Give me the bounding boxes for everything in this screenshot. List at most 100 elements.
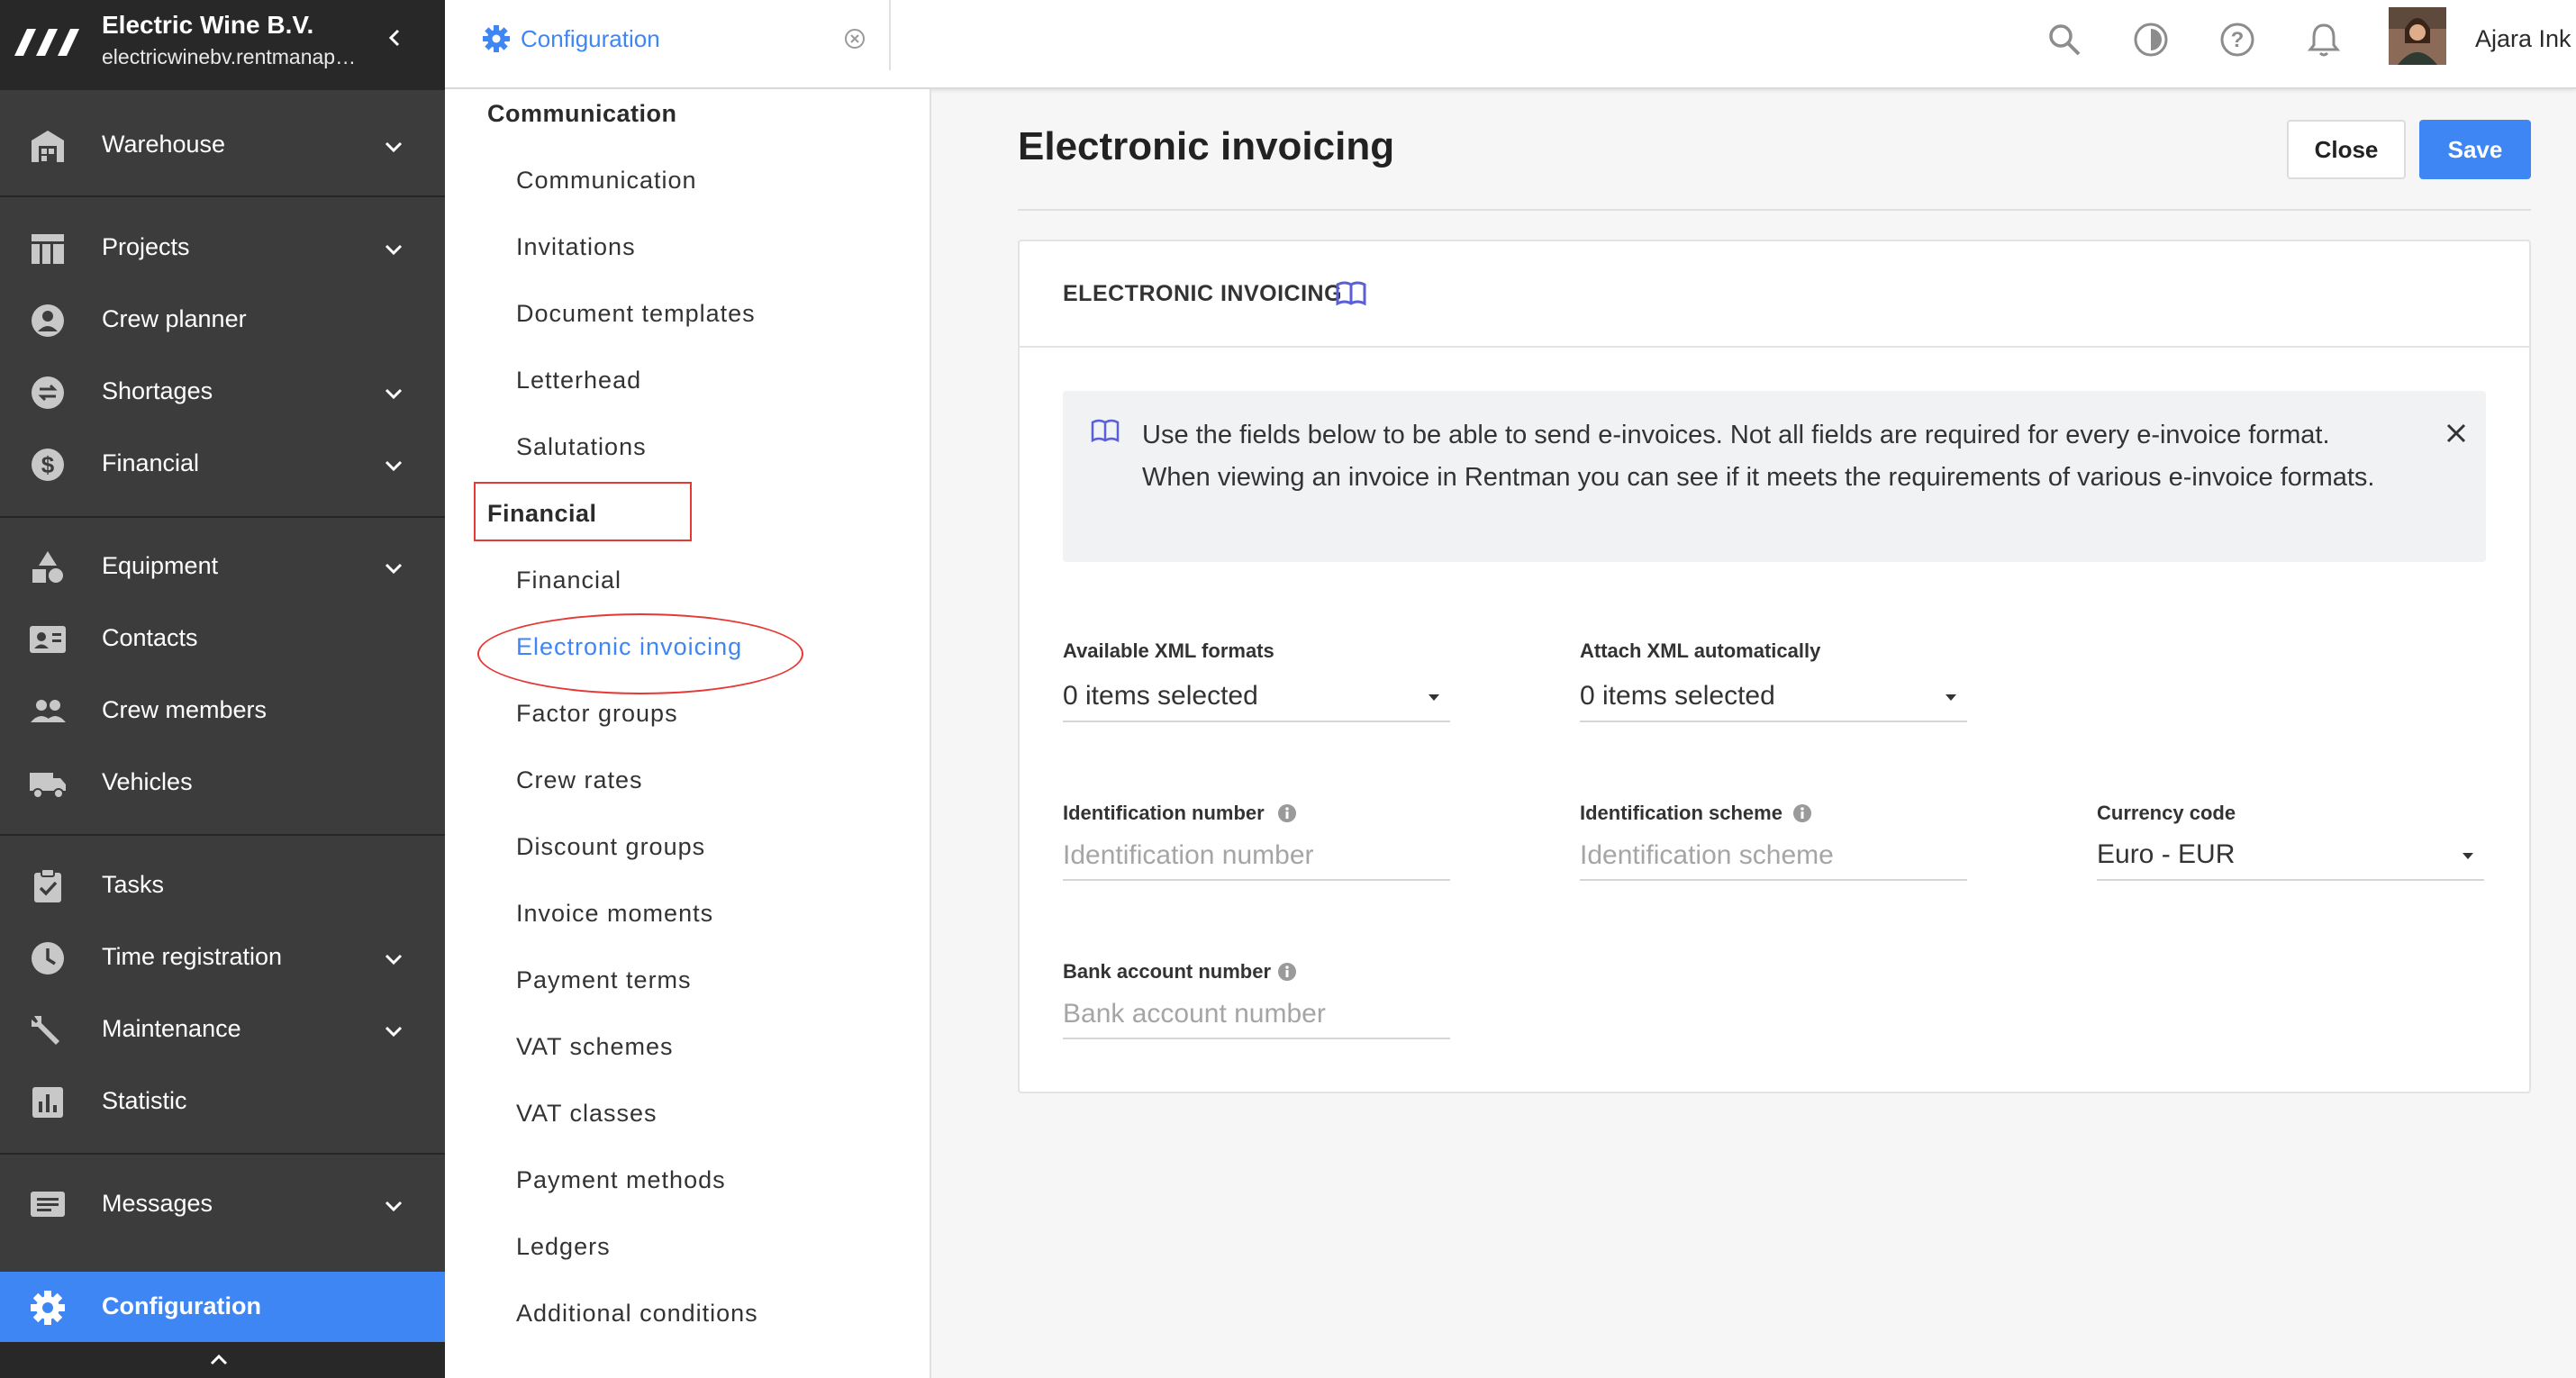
info-icon[interactable] xyxy=(1277,803,1297,823)
sidebar-item-label: Crew members xyxy=(102,696,268,723)
bank-account-input[interactable] xyxy=(1063,991,1450,1039)
rentman-logo-icon xyxy=(14,29,79,56)
sidebar-item-messages[interactable]: Messages xyxy=(0,1169,445,1241)
sidebar-item-configuration[interactable]: Configuration xyxy=(0,1272,445,1344)
info-notice: Use the fields below to be able to send … xyxy=(1063,391,2486,562)
sidebar-item-label: Shortages xyxy=(102,377,213,404)
sidebar-item-label: Maintenance xyxy=(102,1015,241,1042)
configuration-subnav: Communication Communication Invitations … xyxy=(445,89,931,1378)
attach-xml-value: 0 items selected xyxy=(1580,681,1775,711)
sidebar-item-label: Configuration xyxy=(102,1292,261,1319)
subnav-item-additional-conditions[interactable]: Additional conditions xyxy=(516,1300,758,1328)
electronic-invoicing-card: ELECTRONIC INVOICING Use the fields belo… xyxy=(1018,240,2531,1093)
sidebar-item-label: Financial xyxy=(102,449,200,476)
subnav-item-letterhead[interactable]: Letterhead xyxy=(516,367,641,394)
help-icon[interactable]: ? xyxy=(2218,20,2257,59)
book-icon xyxy=(1091,419,1120,443)
user-avatar[interactable] xyxy=(2389,7,2446,65)
subnav-item-communication[interactable]: Communication xyxy=(516,167,697,195)
title-divider xyxy=(1018,209,2531,211)
user-name[interactable]: Ajara Ink xyxy=(2475,25,2571,53)
sidebar-item-financial[interactable]: $ Financial xyxy=(0,429,445,501)
subnav-item-payment-terms[interactable]: Payment terms xyxy=(516,966,692,994)
sidebar-item-time-registration[interactable]: Time registration xyxy=(0,922,445,994)
subnav-item-salutations[interactable]: Salutations xyxy=(516,433,647,461)
subnav-item-factor-groups[interactable]: Factor groups xyxy=(516,700,678,728)
sidebar-footer[interactable] xyxy=(0,1342,445,1378)
sidebar-item-statistic[interactable]: Statistic xyxy=(0,1066,445,1138)
identification-scheme-input[interactable] xyxy=(1580,832,1967,881)
xml-formats-select[interactable]: 0 items selected xyxy=(1063,674,1450,722)
warehouse-icon xyxy=(32,131,64,162)
sidebar-item-crew-members[interactable]: Crew members xyxy=(0,675,445,748)
contacts-icon xyxy=(30,626,66,653)
sidebar-divider xyxy=(0,834,445,836)
main-sidebar: Electric Wine B.V. electricwinebv.rentma… xyxy=(0,0,445,1378)
info-icon[interactable] xyxy=(1277,962,1297,982)
subnav-item-electronic-invoicing[interactable]: Electronic invoicing xyxy=(516,633,742,661)
notice-text: Use the fields below to be able to send … xyxy=(1142,421,2375,492)
subnav-item-discount-groups[interactable]: Discount groups xyxy=(516,833,705,861)
sidebar-item-equipment[interactable]: Equipment xyxy=(0,531,445,603)
bell-icon[interactable] xyxy=(2304,20,2344,59)
subnav-item-crew-rates[interactable]: Crew rates xyxy=(516,766,643,794)
sidebar-item-label: Contacts xyxy=(102,624,198,651)
chevron-down-icon xyxy=(385,460,403,472)
dollar-icon: $ xyxy=(32,449,64,481)
statistic-icon xyxy=(32,1087,63,1118)
chevron-down-icon xyxy=(385,141,403,153)
subnav-item-invoice-moments[interactable]: Invoice moments xyxy=(516,900,713,928)
subnav-item-vat-classes[interactable]: VAT classes xyxy=(516,1100,658,1128)
theme-icon[interactable] xyxy=(2131,20,2171,59)
page-title: Electronic invoicing xyxy=(1018,124,1395,168)
search-icon[interactable] xyxy=(2045,20,2084,59)
sidebar-item-label: Equipment xyxy=(102,552,219,579)
close-button[interactable]: Close xyxy=(2287,120,2406,179)
chevron-down-icon xyxy=(385,244,403,256)
identification-number-input[interactable] xyxy=(1063,832,1450,881)
clock-icon xyxy=(32,942,64,975)
card-header: ELECTRONIC INVOICING xyxy=(1020,241,2529,348)
sidebar-item-vehicles[interactable]: Vehicles xyxy=(0,748,445,820)
subnav-item-invitations[interactable]: Invitations xyxy=(516,233,636,261)
sidebar-item-label: Warehouse xyxy=(102,131,226,158)
wrench-icon xyxy=(32,1016,59,1045)
collapse-sidebar-icon[interactable] xyxy=(378,20,411,56)
chevron-up-icon[interactable] xyxy=(205,1347,232,1373)
crew-planner-icon xyxy=(32,304,64,337)
chevron-down-icon xyxy=(385,1201,403,1212)
sidebar-item-maintenance[interactable]: Maintenance xyxy=(0,994,445,1066)
subnav-item-vat-schemes[interactable]: VAT schemes xyxy=(516,1033,674,1061)
book-icon[interactable] xyxy=(1335,279,1367,308)
subnav-item-financial[interactable]: Financial xyxy=(516,567,621,594)
save-button[interactable]: Save xyxy=(2419,120,2531,179)
subnav-item-document-templates[interactable]: Document templates xyxy=(516,300,756,328)
sidebar-item-shortages[interactable]: Shortages xyxy=(0,357,445,429)
caret-down-icon xyxy=(1946,694,1956,701)
messages-icon xyxy=(31,1192,65,1217)
tab-label: Configuration xyxy=(521,25,660,52)
close-tab-icon[interactable] xyxy=(843,27,866,50)
sidebar-header: Electric Wine B.V. electricwinebv.rentma… xyxy=(0,0,445,90)
currency-code-label: Currency code xyxy=(2097,802,2236,824)
sidebar-item-crew-planner[interactable]: Crew planner xyxy=(0,285,445,357)
sidebar-item-projects[interactable]: Projects xyxy=(0,213,445,285)
currency-code-select[interactable]: Euro - EUR xyxy=(2097,832,2484,881)
attach-xml-select[interactable]: 0 items selected xyxy=(1580,674,1967,722)
projects-icon xyxy=(32,234,64,264)
avatar-photo-icon xyxy=(2389,7,2446,65)
bank-account-label: Bank account number xyxy=(1063,960,1272,983)
caret-down-icon xyxy=(2463,853,2473,859)
svg-text:?: ? xyxy=(2231,28,2245,52)
sidebar-item-contacts[interactable]: Contacts xyxy=(0,603,445,675)
subnav-item-ledgers[interactable]: Ledgers xyxy=(516,1233,611,1261)
sidebar-item-warehouse[interactable]: Warehouse xyxy=(0,110,445,182)
svg-text:$: $ xyxy=(41,451,55,478)
info-icon[interactable] xyxy=(1792,803,1812,823)
close-icon[interactable] xyxy=(2443,420,2470,447)
sidebar-item-tasks[interactable]: Tasks xyxy=(0,850,445,922)
tab-configuration[interactable]: Configuration xyxy=(445,0,891,70)
top-bar: Configuration ? Ajara Ink xyxy=(445,0,2576,89)
company-domain: electricwinebv.rentmanap… xyxy=(102,45,357,68)
subnav-item-payment-methods[interactable]: Payment methods xyxy=(516,1166,726,1194)
